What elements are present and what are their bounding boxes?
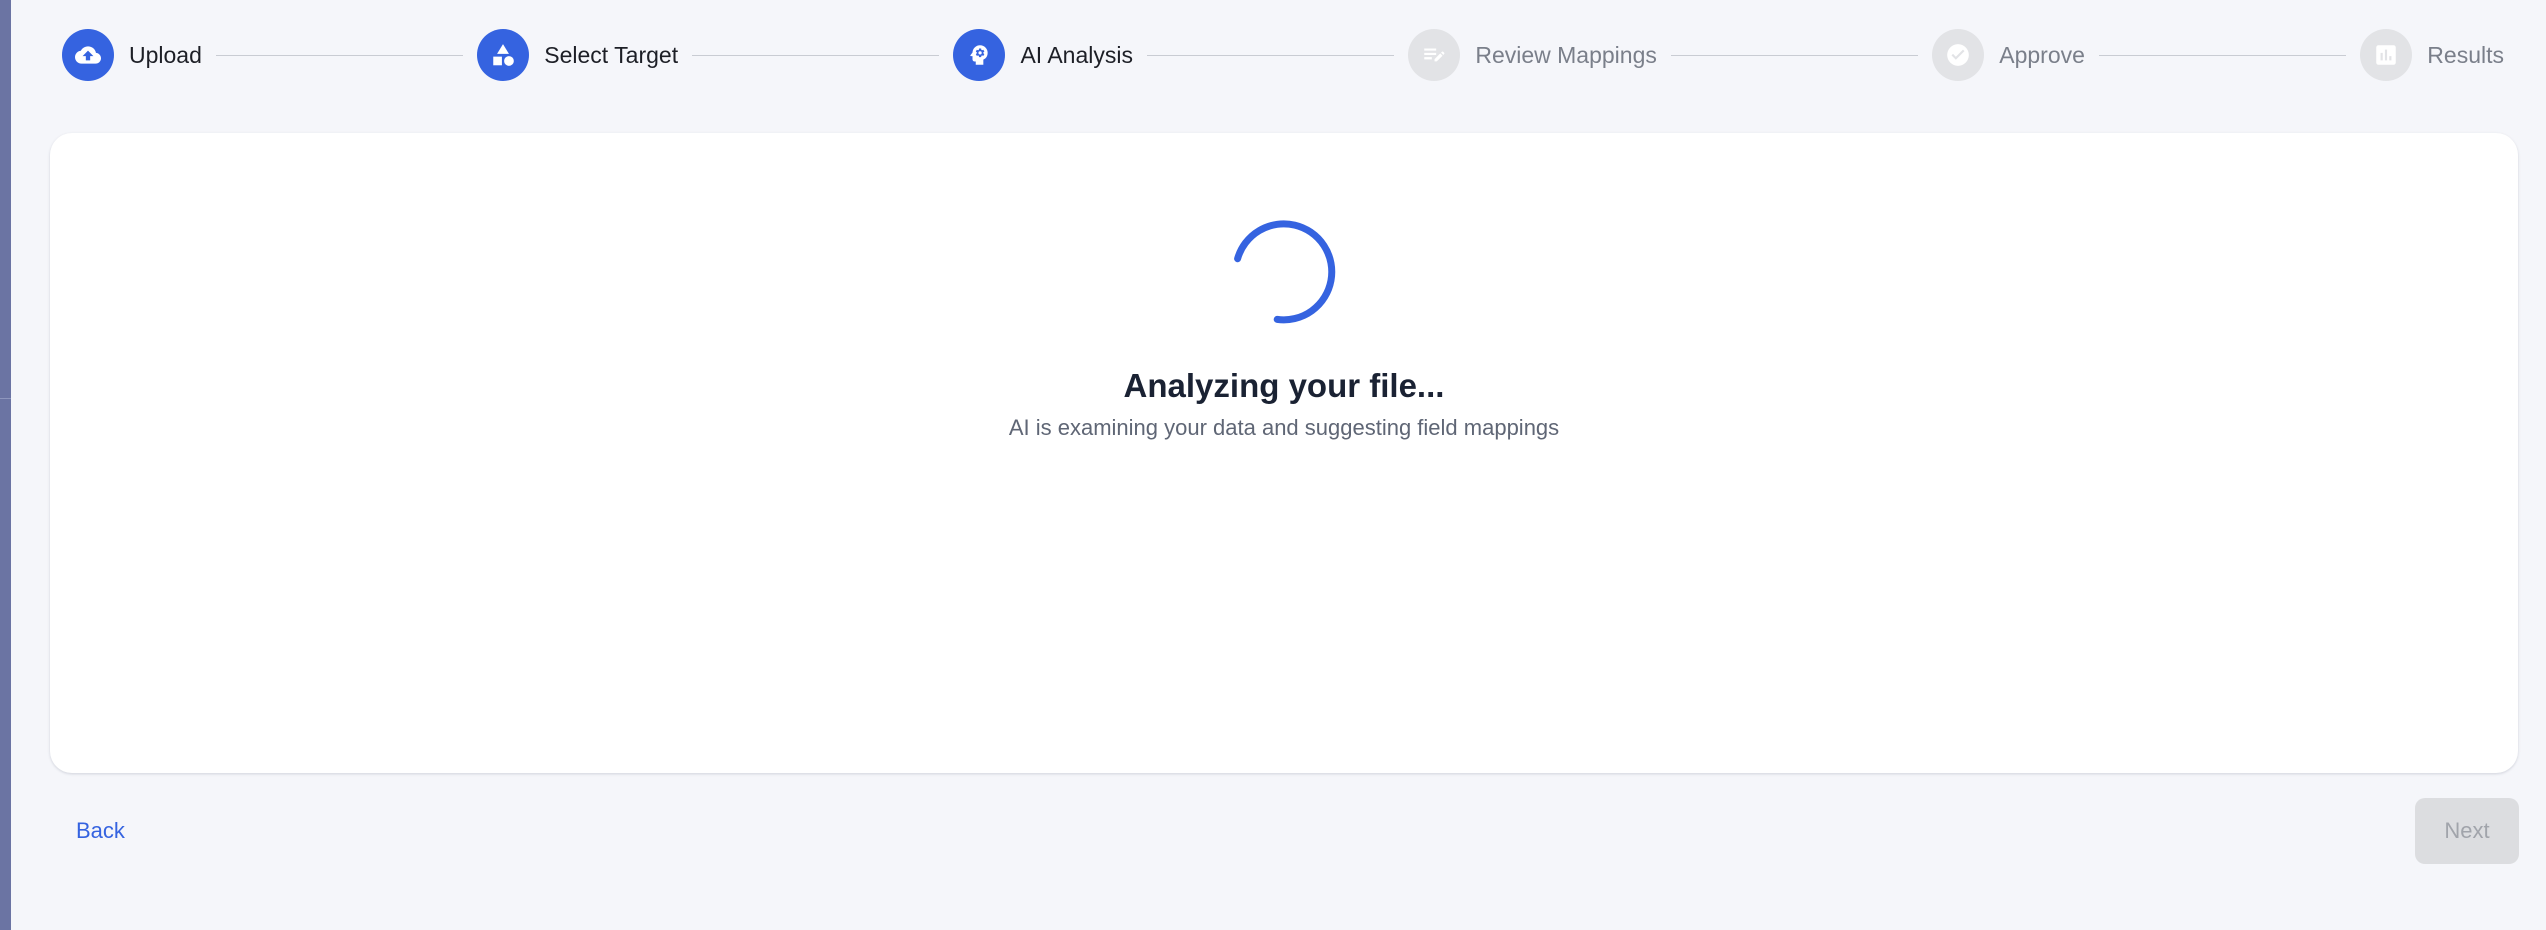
- step-label-ai-analysis: AI Analysis: [1020, 41, 1133, 68]
- cloud-upload-icon: [62, 29, 114, 81]
- shapes-icon: [477, 29, 530, 81]
- step-label-select-target: Select Target: [544, 41, 679, 68]
- ai-brain-icon: [953, 29, 1006, 81]
- next-button[interactable]: Next: [2415, 798, 2519, 864]
- step-label-approve: Approve: [1999, 41, 2085, 68]
- step-ai-analysis[interactable]: AI Analysis: [953, 29, 1133, 81]
- step-connector: [215, 54, 464, 56]
- step-label-results: Results: [2427, 41, 2504, 68]
- left-sidebar-edge: [0, 0, 11, 930]
- bar-chart-icon: [2360, 29, 2413, 81]
- step-label-review-mappings: Review Mappings: [1475, 41, 1657, 68]
- step-select-target[interactable]: Select Target: [477, 29, 678, 81]
- step-results[interactable]: Results: [2360, 29, 2504, 81]
- loading-spinner-icon: [1234, 220, 1336, 324]
- step-connector: [1146, 54, 1395, 56]
- back-button[interactable]: Back: [60, 811, 141, 851]
- step-review-mappings[interactable]: Review Mappings: [1408, 29, 1657, 81]
- progress-stepper: Upload Select Target AI Analysis Review …: [62, 29, 2504, 81]
- step-label-upload: Upload: [129, 41, 202, 68]
- step-connector: [2098, 54, 2347, 56]
- edit-list-icon: [1408, 29, 1461, 81]
- check-circle-icon: [1932, 29, 1985, 81]
- analysis-subtitle: AI is examining your data and suggesting…: [1008, 415, 1560, 440]
- step-connector: [1670, 54, 1919, 56]
- analysis-title: Analyzing your file...: [1123, 367, 1445, 404]
- step-approve[interactable]: Approve: [1932, 29, 2085, 81]
- step-upload[interactable]: Upload: [62, 29, 202, 81]
- step-connector: [692, 54, 940, 56]
